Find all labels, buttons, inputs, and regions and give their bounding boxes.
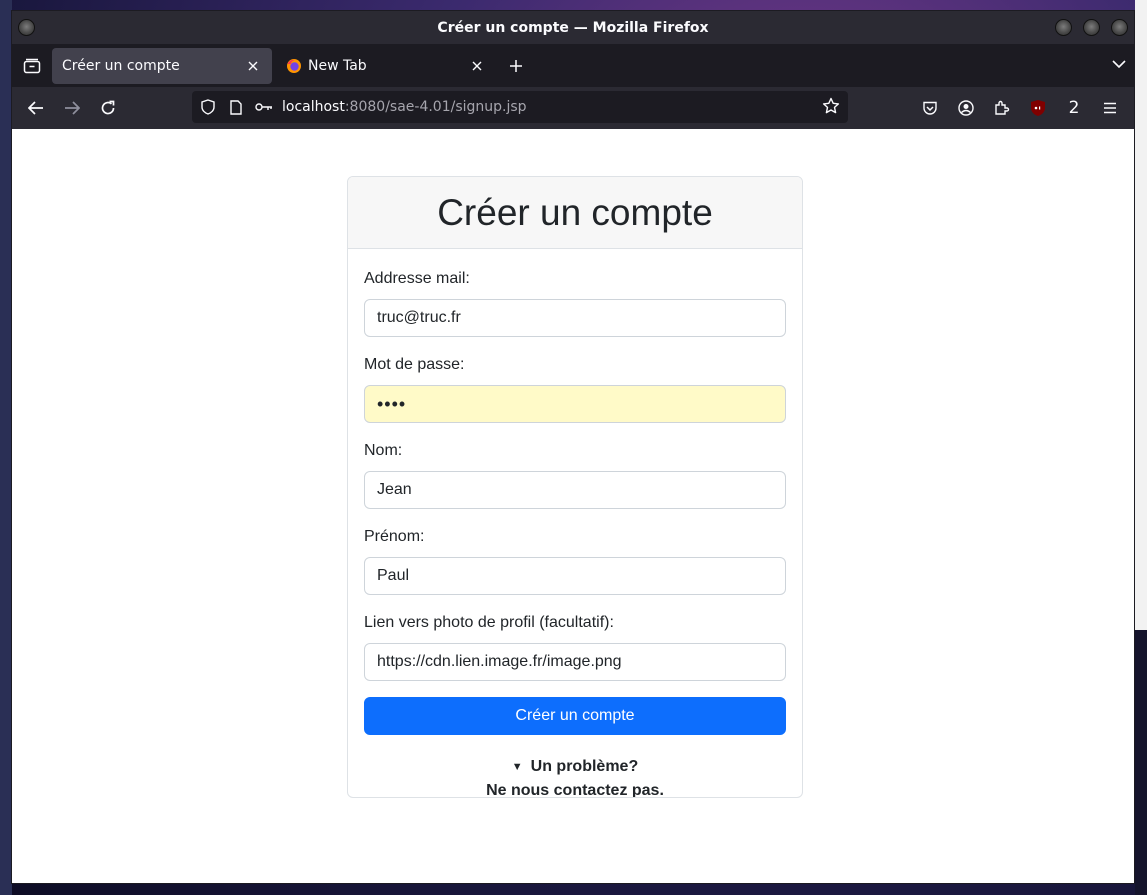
back-arrow-icon[interactable] [18, 92, 54, 124]
account-icon[interactable] [948, 92, 984, 124]
prenom-label: Prénom: [364, 528, 425, 545]
toolbar-right: 2 [912, 87, 1128, 129]
create-account-button[interactable]: Créer un compte [364, 697, 786, 735]
window-menu-icon[interactable] [18, 19, 35, 36]
window-titlebar: Créer un compte — Mozilla Firefox [12, 11, 1134, 44]
reload-icon[interactable] [90, 92, 126, 124]
password-label: Mot de passe: [364, 356, 465, 373]
help-details: ▼ Un problème? Ne nous contactez pas. [364, 755, 786, 798]
ublock-origin-icon[interactable] [1020, 92, 1056, 124]
extension-badge-count[interactable]: 2 [1056, 92, 1092, 124]
close-window-icon[interactable] [1111, 19, 1128, 36]
bookmark-star-icon[interactable] [822, 97, 840, 119]
tab-bar: Créer un compte New Tab [12, 44, 1134, 87]
nom-field[interactable] [364, 471, 786, 509]
password-field[interactable] [364, 385, 786, 423]
desktop-background-right [1135, 630, 1147, 895]
extensions-puzzle-icon[interactable] [984, 92, 1020, 124]
desktop-terminal-fragment [1135, 0, 1147, 630]
help-summary-toggle[interactable]: ▼ Un problème? [364, 755, 786, 779]
email-field[interactable] [364, 299, 786, 337]
photo-url-field[interactable] [364, 643, 786, 681]
help-summary-label: Un problème? [530, 758, 639, 775]
key-icon[interactable] [250, 102, 278, 112]
navigation-toolbar: localhost:8080/sae-4.01/signup.jsp 2 [12, 87, 1134, 129]
forward-arrow-icon[interactable] [54, 92, 90, 124]
list-all-tabs-chevron-icon[interactable] [1112, 54, 1126, 73]
pocket-icon[interactable] [912, 92, 948, 124]
disclosure-triangle-icon: ▼ [511, 761, 523, 773]
signup-form: Addresse mail: Mot de passe: Nom: Prénom… [348, 249, 802, 798]
new-tab-plus-icon[interactable] [500, 50, 532, 82]
firefox-logo-icon [286, 58, 302, 74]
tab-signup[interactable]: Créer un compte [52, 47, 272, 84]
shield-icon[interactable] [194, 99, 222, 115]
firefox-window: Créer un compte — Mozilla Firefox Créer … [11, 10, 1135, 884]
tab-label: New Tab [308, 57, 367, 74]
maximize-icon[interactable] [1083, 19, 1100, 36]
nom-label: Nom: [364, 442, 403, 459]
page-title: Créer un compte [437, 191, 713, 233]
url-bar[interactable]: localhost:8080/sae-4.01/signup.jsp [192, 91, 848, 123]
prenom-field[interactable] [364, 557, 786, 595]
hamburger-menu-icon[interactable] [1092, 92, 1128, 124]
minimize-icon[interactable] [1055, 19, 1072, 36]
page-info-icon[interactable] [222, 99, 250, 115]
page-content: Créer un compte Addresse mail: Mot de pa… [12, 129, 1134, 883]
tab-label: Créer un compte [62, 57, 180, 74]
close-tab-icon[interactable] [244, 57, 262, 75]
photo-url-label: Lien vers photo de profil (facultatif): [364, 614, 614, 631]
help-message: Ne nous contactez pas. [486, 782, 664, 798]
url-host: localhost [282, 99, 345, 115]
tab-new-tab[interactable]: New Tab [276, 48, 496, 84]
firefox-view-icon[interactable] [12, 44, 52, 87]
window-title: Créer un compte — Mozilla Firefox [437, 19, 709, 36]
signup-card: Créer un compte Addresse mail: Mot de pa… [347, 176, 803, 798]
card-header: Créer un compte [348, 177, 802, 249]
url-path: :8080/sae-4.01/signup.jsp [344, 99, 527, 115]
close-tab-icon[interactable] [468, 57, 486, 75]
email-label: Addresse mail: [364, 270, 470, 287]
